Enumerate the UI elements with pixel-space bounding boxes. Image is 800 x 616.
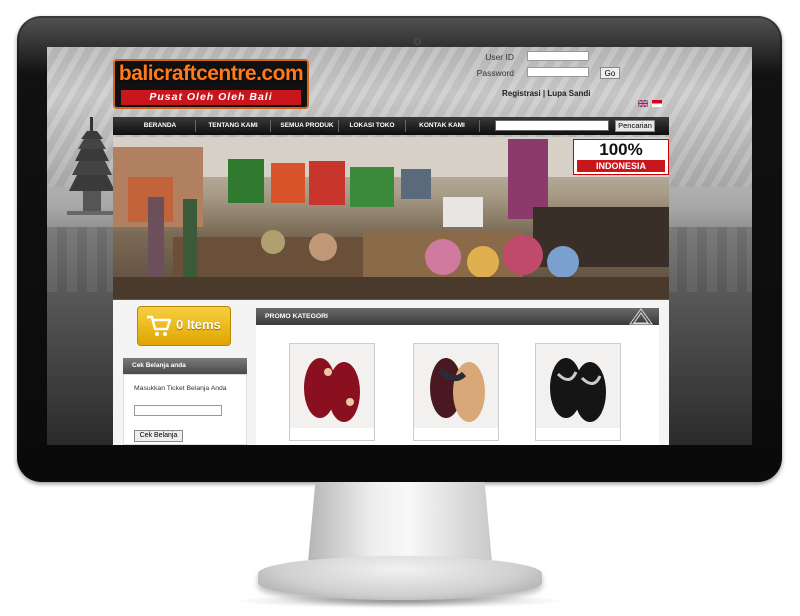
screen: balicraftcentre.com Pusat Oleh Oleh Bali…: [47, 47, 752, 445]
nav-beranda[interactable]: BERANDA: [130, 117, 190, 135]
cart-count: 0 Items: [176, 317, 221, 332]
nav-divider: [479, 120, 480, 132]
cart-button[interactable]: 0 Items: [137, 306, 231, 346]
sandal-product-image: [536, 344, 620, 440]
ticket-instruction: Masukkan Ticket Belanja Anda: [134, 385, 227, 392]
pagoda-icon: [67, 117, 117, 215]
userid-input[interactable]: [527, 51, 589, 61]
sandal-product-image: [290, 344, 374, 440]
shopping-cart-icon: [147, 315, 172, 336]
ticket-input[interactable]: [134, 405, 222, 416]
logo-text: balicraftcentre.com: [118, 62, 304, 85]
userid-label: User ID: [485, 52, 514, 62]
main-content: 0 Items Cek Belanja anda Masukkan Ticket…: [113, 300, 669, 445]
register-forgot-links[interactable]: Registrasi | Lupa Sandi: [502, 89, 590, 98]
site-logo[interactable]: balicraftcentre.com Pusat Oleh Oleh Bali: [113, 59, 309, 109]
nav-divider: [270, 120, 271, 132]
search-input[interactable]: [495, 120, 609, 131]
nav-divider: [338, 120, 339, 132]
go-button[interactable]: Go: [600, 67, 620, 79]
cek-belanja-button[interactable]: Cek Belanja: [134, 430, 183, 442]
badge-percent: 100%: [599, 140, 643, 159]
product-card[interactable]: [289, 343, 375, 441]
cek-belanja-title: Cek Belanja anda: [123, 358, 247, 374]
uk-flag-icon[interactable]: [638, 100, 648, 107]
indonesia-badge: 100% INDONESIA: [573, 139, 669, 175]
password-label: Password: [476, 68, 514, 78]
nav-semua-produk[interactable]: SEMUA PRODUK: [273, 117, 341, 135]
nav-tentang-kami[interactable]: TENTANG KAMI: [201, 117, 265, 135]
sandal-product-image: [414, 344, 498, 440]
search-button[interactable]: Pencarian: [615, 120, 655, 132]
monitor-base: [258, 556, 542, 600]
product-card[interactable]: [535, 343, 621, 441]
promo-panel: [256, 325, 659, 445]
nav-kontak-kami[interactable]: KONTAK KAMI: [411, 117, 473, 135]
product-card[interactable]: [413, 343, 499, 441]
logo-tagline: Pusat Oleh Oleh Bali: [121, 90, 301, 105]
nav-lokasi-toko[interactable]: LOKASI TOKO: [343, 117, 401, 135]
camera-icon: [414, 38, 421, 45]
cek-belanja-panel: Masukkan Ticket Belanja Anda Cek Belanja: [123, 374, 247, 445]
monitor-stand: [308, 482, 492, 562]
badge-text: INDONESIA: [577, 160, 665, 172]
store-banner-photo: 100% INDONESIA: [113, 137, 669, 299]
indonesia-flag-icon[interactable]: [652, 100, 662, 107]
ornament-icon: [629, 308, 653, 325]
nav-divider: [195, 120, 196, 132]
promo-kategori-title: PROMO KATEGORI: [256, 308, 659, 325]
password-input[interactable]: [527, 67, 589, 77]
nav-divider: [405, 120, 406, 132]
